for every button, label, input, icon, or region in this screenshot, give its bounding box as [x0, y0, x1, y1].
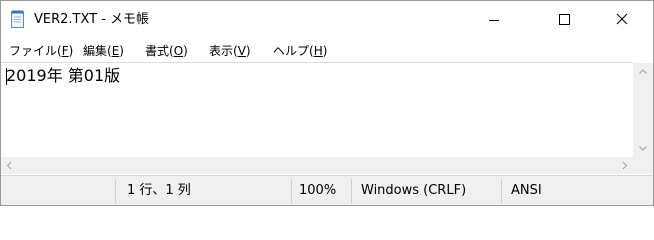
menu-view[interactable]: 表示(V) — [209, 43, 251, 59]
text-caret — [6, 68, 7, 85]
status-divider — [351, 179, 352, 203]
menu-file[interactable]: ファイル(F) — [9, 43, 73, 59]
menu-file-accel: F — [61, 44, 69, 58]
vertical-scrollbar[interactable] — [633, 63, 653, 157]
menu-view-accel: V — [237, 44, 246, 58]
status-line-ending: Windows (CRLF) — [361, 183, 467, 198]
title-bar[interactable]: VER2.TXT - メモ帳 — [1, 1, 653, 39]
status-divider — [501, 179, 502, 203]
status-divider — [115, 179, 116, 203]
scroll-up-button[interactable] — [633, 63, 653, 80]
notepad-icon — [10, 10, 25, 28]
menu-file-suffix: ) — [68, 44, 74, 58]
window-title: VER2.TXT - メモ帳 — [34, 12, 150, 27]
menu-bar: ファイル(F) 編集(E) 書式(O) 表示(V) ヘルプ(H) — [1, 40, 653, 62]
scrollbar-corner — [633, 157, 653, 174]
horizontal-scrollbar[interactable] — [1, 157, 633, 174]
menu-help-label: ヘルプ( — [273, 44, 314, 58]
menu-edit-suffix: ) — [119, 44, 124, 58]
menu-format[interactable]: 書式(O) — [145, 43, 188, 59]
menu-help-suffix: ) — [322, 44, 328, 58]
status-divider — [291, 179, 292, 203]
menu-help-accel: H — [313, 44, 323, 58]
text-edit-area[interactable]: 2019年 第01版 — [1, 62, 633, 158]
menu-edit[interactable]: 編集(E) — [83, 43, 124, 59]
minimize-button[interactable] — [471, 1, 517, 39]
close-button[interactable] — [605, 1, 651, 39]
status-zoom: 100% — [299, 183, 337, 198]
menu-view-suffix: ) — [245, 44, 251, 58]
maximize-icon — [559, 14, 570, 25]
chevron-up-icon — [639, 69, 647, 74]
status-bar: 1 行、1 列 100% Windows (CRLF) ANSI — [1, 175, 653, 205]
menu-format-label: 書式( — [145, 44, 174, 58]
maximize-button[interactable] — [541, 1, 587, 39]
editor-content: 2019年 第01版 — [6, 66, 121, 85]
menu-format-accel: O — [173, 44, 184, 58]
status-cursor-position: 1 行、1 列 — [127, 183, 191, 198]
minimize-icon — [489, 20, 499, 21]
menu-help[interactable]: ヘルプ(H) — [273, 43, 327, 59]
scroll-down-button[interactable] — [633, 140, 653, 157]
chevron-down-icon — [639, 146, 647, 151]
scroll-right-button[interactable] — [616, 157, 633, 174]
menu-view-label: 表示( — [209, 44, 238, 58]
status-encoding: ANSI — [511, 183, 542, 198]
chevron-right-icon — [622, 161, 628, 170]
chevron-left-icon — [6, 161, 12, 170]
scroll-left-button[interactable] — [1, 157, 18, 174]
menu-format-suffix: ) — [183, 44, 188, 58]
close-icon — [616, 13, 628, 25]
notepad-window: VER2.TXT - メモ帳 ファイル(F) 編集(E) 書式(O) 表示(V)… — [0, 0, 654, 206]
menu-file-label: ファイル( — [9, 44, 62, 58]
menu-edit-label: 編集( — [83, 44, 112, 58]
